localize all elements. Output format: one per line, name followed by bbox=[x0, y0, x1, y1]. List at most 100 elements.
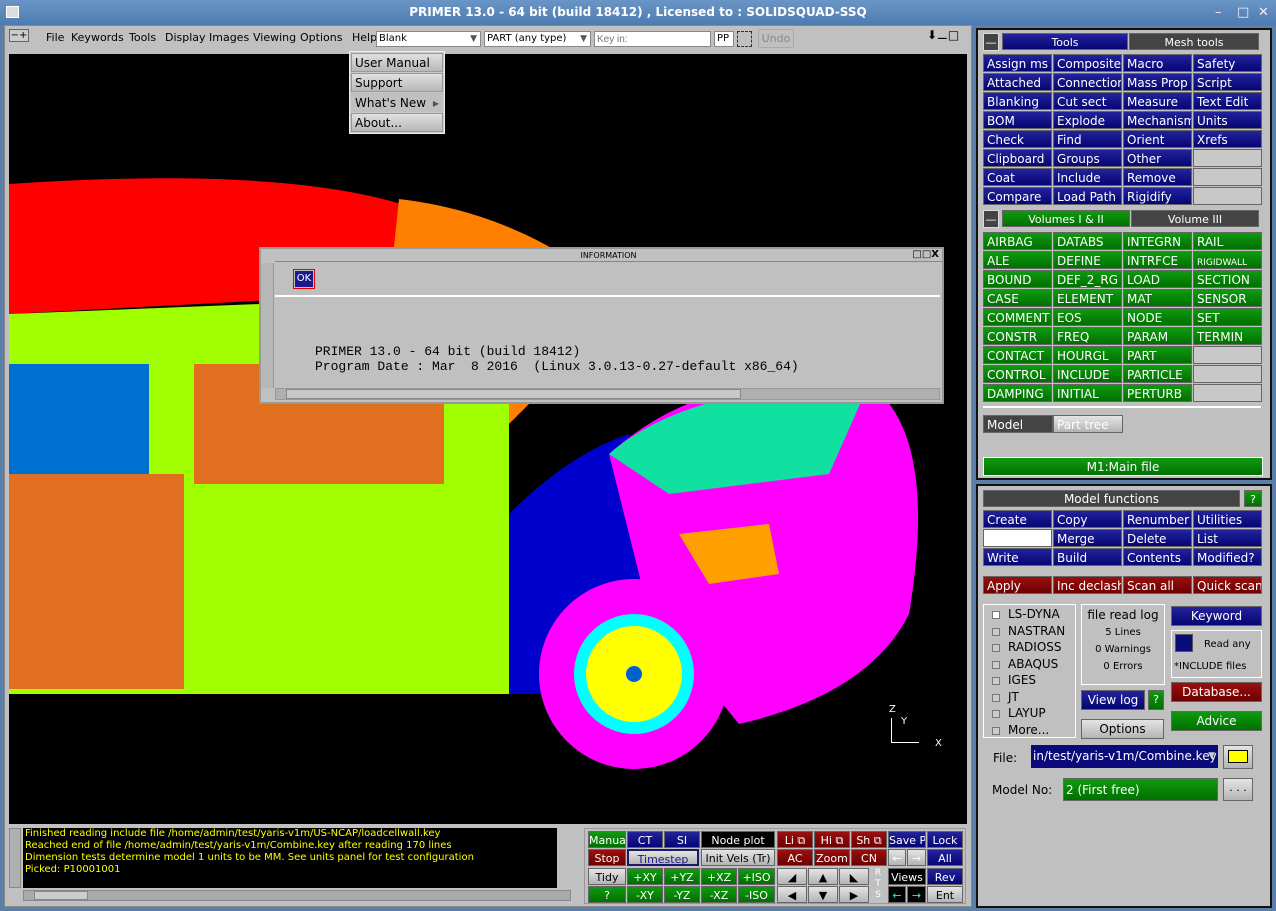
actgrid-button-scan-all[interactable]: Scan all bbox=[1123, 576, 1192, 594]
window-menu-icon[interactable] bbox=[6, 6, 19, 18]
manual-button[interactable]: Manual bbox=[588, 831, 626, 848]
all-button[interactable]: All bbox=[927, 849, 963, 866]
kwgrid-button-node[interactable]: NODE bbox=[1123, 308, 1192, 326]
format-checkbox[interactable] bbox=[992, 677, 1000, 685]
rotate-left-button[interactable]: ◀ bbox=[777, 886, 807, 903]
toolsgrid-button-blanking[interactable]: Blanking bbox=[983, 92, 1052, 110]
blank-select[interactable]: Blank ▼ bbox=[376, 31, 481, 47]
stop-button[interactable]: Stop bbox=[588, 849, 626, 866]
menu-tools[interactable]: Tools bbox=[129, 31, 156, 44]
kwgrid-button-comment[interactable]: COMMENT bbox=[983, 308, 1052, 326]
view-log-button[interactable]: View log bbox=[1081, 690, 1145, 710]
kwgrid-button-initial[interactable]: INITIAL bbox=[1053, 384, 1122, 402]
undo-button[interactable]: Undo bbox=[758, 29, 794, 48]
toolsgrid-button-script[interactable]: Script bbox=[1193, 73, 1262, 91]
toolsgrid-button-orient[interactable]: Orient bbox=[1123, 130, 1192, 148]
close-icon[interactable]: ✕ bbox=[1258, 0, 1269, 25]
toolsgrid-button-attached[interactable]: Attached bbox=[983, 73, 1052, 91]
tab-model[interactable]: Model bbox=[983, 415, 1053, 433]
toolsgrid-button-composite[interactable]: Composite bbox=[1053, 54, 1122, 72]
options-button[interactable]: Options bbox=[1081, 719, 1164, 739]
kwgrid-button-ale[interactable]: ALE bbox=[983, 251, 1052, 269]
plus-xy-button[interactable]: +XY bbox=[627, 868, 663, 885]
rotate-down-button[interactable]: ▼ bbox=[808, 886, 838, 903]
tab-mesh-tools[interactable]: Mesh tools bbox=[1129, 33, 1259, 50]
kwgrid-button-element[interactable]: ELEMENT bbox=[1053, 289, 1122, 307]
kwgrid-button-include[interactable]: INCLUDE bbox=[1053, 365, 1122, 383]
menu-item-user-manual[interactable]: User Manual bbox=[351, 53, 443, 72]
browse-folder-button[interactable] bbox=[1223, 745, 1253, 769]
format-checkbox[interactable] bbox=[992, 660, 1000, 669]
help-button[interactable]: ? bbox=[588, 886, 626, 903]
format-checkbox[interactable] bbox=[992, 627, 1000, 636]
toolsgrid-button-other[interactable]: Other bbox=[1123, 149, 1192, 167]
part-type-select[interactable]: PART (any type) ▼ bbox=[484, 31, 591, 47]
tab-volume-3[interactable]: Volume III bbox=[1131, 210, 1259, 227]
minus-xz-button[interactable]: -XZ bbox=[701, 886, 737, 903]
toolsgrid-button-load-path[interactable]: Load Path bbox=[1053, 187, 1122, 205]
mfgrid-button-build[interactable]: Build bbox=[1053, 548, 1122, 566]
kwgrid-button-termin[interactable]: TERMIN bbox=[1193, 327, 1262, 345]
kwgrid-button-intrfce[interactable]: INTRFCE bbox=[1123, 251, 1192, 269]
si-button[interactable]: SI bbox=[664, 831, 700, 848]
menu-keywords[interactable]: Keywords bbox=[71, 31, 124, 44]
format-checkbox[interactable] bbox=[992, 710, 1000, 718]
kwgrid-button-perturb[interactable]: PERTURB bbox=[1123, 384, 1192, 402]
minus-iso-button[interactable]: -ISO bbox=[738, 886, 775, 903]
actgrid-button-inc-declash[interactable]: Inc declash bbox=[1053, 576, 1122, 594]
kwgrid-button-define[interactable]: DEFINE bbox=[1053, 251, 1122, 269]
mfgrid-button-copy[interactable]: Copy bbox=[1053, 510, 1122, 528]
kwgrid-button-param[interactable]: PARAM bbox=[1123, 327, 1192, 345]
keyin-input[interactable] bbox=[594, 31, 711, 47]
log-help-button[interactable]: ? bbox=[1148, 690, 1164, 710]
kwgrid-button-load[interactable]: LOAD bbox=[1123, 270, 1192, 288]
zoom-button[interactable]: Zoom bbox=[814, 849, 850, 866]
toolsgrid-button-connection[interactable]: Connection bbox=[1053, 73, 1122, 91]
kwgrid-button-rigidwall[interactable]: RIGIDWALL bbox=[1193, 251, 1262, 269]
keyword-button[interactable]: Keyword bbox=[1171, 606, 1262, 626]
advice-button[interactable]: Advice bbox=[1171, 711, 1262, 731]
tab-part-tree[interactable]: Part tree bbox=[1053, 415, 1123, 433]
kwgrid-button-part[interactable]: PART bbox=[1123, 346, 1192, 364]
rotate-up-right-button[interactable]: ◣ bbox=[839, 868, 869, 885]
toolsgrid-button-groups[interactable]: Groups bbox=[1053, 149, 1122, 167]
toolsgrid-button-text-edit[interactable]: Text Edit bbox=[1193, 92, 1262, 110]
dialog-vscrollbar[interactable] bbox=[261, 263, 274, 388]
views-button[interactable]: Views bbox=[888, 868, 926, 885]
maximize-icon[interactable]: □ bbox=[1237, 0, 1249, 25]
toolsgrid-button-rigidify[interactable]: Rigidify bbox=[1123, 187, 1192, 205]
ct-button[interactable]: CT bbox=[627, 831, 663, 848]
help-button[interactable]: ? bbox=[1244, 490, 1262, 507]
collapse-icon[interactable]: — bbox=[983, 210, 999, 228]
minus-yz-button[interactable]: -YZ bbox=[664, 886, 700, 903]
select-region-icon[interactable] bbox=[737, 31, 752, 47]
kwgrid-button-eos[interactable]: EOS bbox=[1053, 308, 1122, 326]
menu-item-whats-new[interactable]: What's New ▶ bbox=[351, 93, 443, 112]
ent-button[interactable]: Ent bbox=[927, 886, 963, 903]
kwgrid-button-databs[interactable]: DATABS bbox=[1053, 232, 1122, 250]
kwgrid-button-integrn[interactable]: INTEGRN bbox=[1123, 232, 1192, 250]
toolsgrid-button-check[interactable]: Check bbox=[983, 130, 1052, 148]
toolsgrid-button-coat[interactable]: Coat bbox=[983, 168, 1052, 186]
lock-button[interactable]: Lock bbox=[927, 831, 963, 848]
kwgrid-button-freq[interactable]: FREQ bbox=[1053, 327, 1122, 345]
kwgrid-button-airbag[interactable]: AIRBAG bbox=[983, 232, 1052, 250]
dialog-close-icon[interactable]: □□X bbox=[912, 249, 939, 260]
rts-label[interactable]: R T S bbox=[872, 868, 884, 901]
toolsgrid-button-macro[interactable]: Macro bbox=[1123, 54, 1192, 72]
main-file-button[interactable]: M1:Main file bbox=[983, 457, 1263, 476]
actgrid-button-apply[interactable]: Apply bbox=[983, 576, 1052, 594]
kwgrid-button-bound[interactable]: BOUND bbox=[983, 270, 1052, 288]
ok-button[interactable]: OK bbox=[293, 269, 315, 289]
mfgrid-button-modified-[interactable]: Modified? bbox=[1193, 548, 1262, 566]
collapse-icon[interactable]: — bbox=[983, 33, 999, 51]
menu-item-about[interactable]: About... bbox=[351, 113, 443, 132]
kwgrid-button-rail[interactable]: RAIL bbox=[1193, 232, 1262, 250]
view-next-button[interactable]: → bbox=[907, 886, 926, 903]
toolsgrid-button-find[interactable]: Find bbox=[1053, 130, 1122, 148]
model-no-input[interactable]: 2 (First free) bbox=[1063, 778, 1218, 801]
kwgrid-button-case[interactable]: CASE bbox=[983, 289, 1052, 307]
node-plot-button[interactable]: Node plot bbox=[701, 831, 775, 848]
mfgrid-button-contents[interactable]: Contents bbox=[1123, 548, 1192, 566]
mfgrid-button-merge[interactable]: Merge bbox=[1053, 529, 1122, 547]
